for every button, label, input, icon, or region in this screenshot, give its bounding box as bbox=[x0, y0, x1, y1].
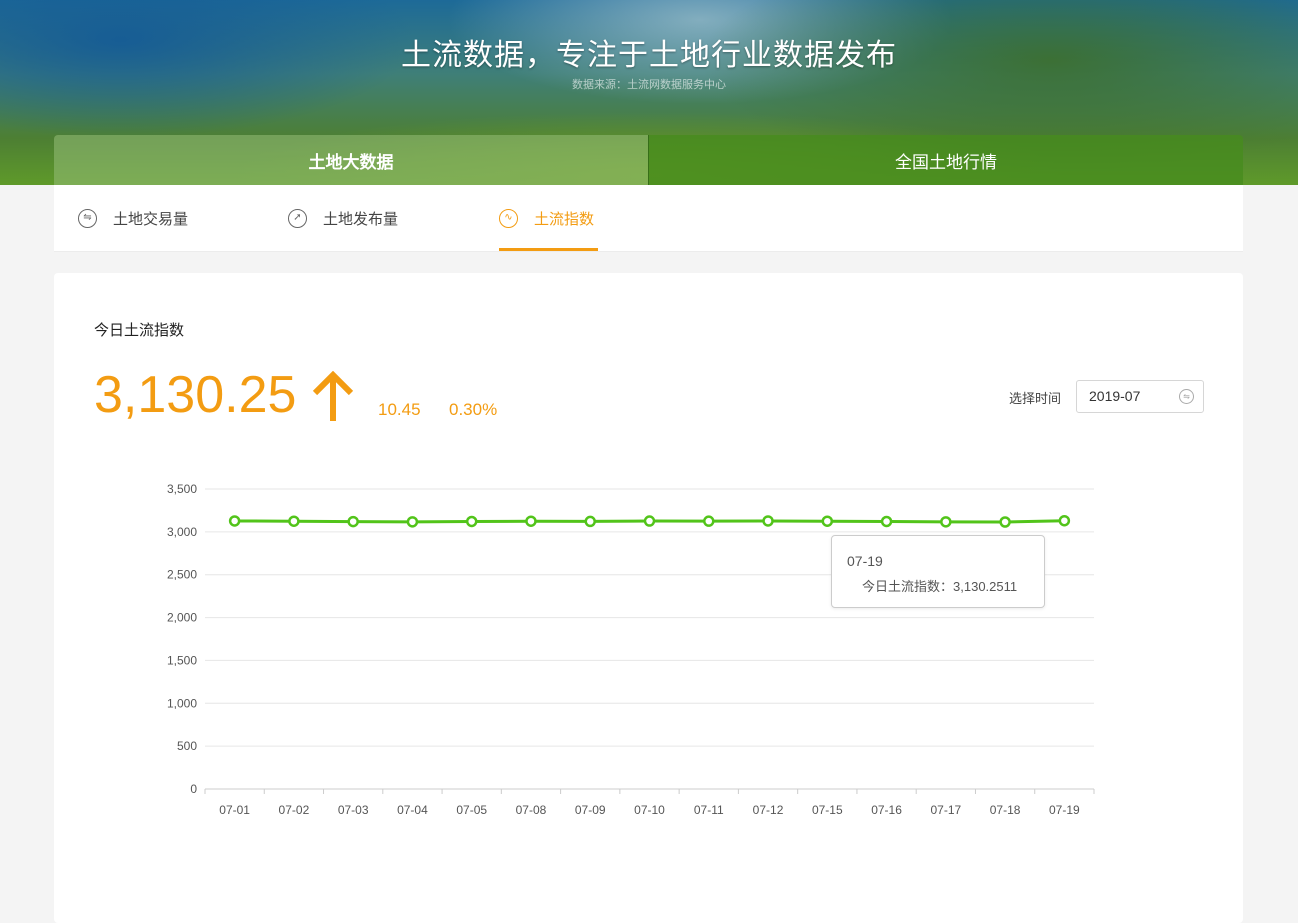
x-tick-label: 07-18 bbox=[990, 803, 1021, 817]
data-point bbox=[1058, 514, 1071, 527]
data-point bbox=[821, 515, 834, 527]
sub-tab-land-releases[interactable]: ➚ 土地发布量 bbox=[288, 185, 398, 251]
main-tabs: 土地大数据 全国土地行情 bbox=[54, 135, 1243, 185]
x-tick-label: 07-16 bbox=[871, 803, 902, 817]
tab-national-land-market[interactable]: 全国土地行情 bbox=[648, 135, 1243, 185]
y-tick-label: 3,000 bbox=[167, 525, 197, 539]
x-tick-label: 07-08 bbox=[516, 803, 547, 817]
data-point bbox=[525, 515, 537, 527]
x-tick-label: 07-10 bbox=[634, 803, 665, 817]
index-panel: 今日土流指数 3,130.25 10.45 0.30% 选择时间 2019-07… bbox=[54, 273, 1243, 923]
y-tick-label: 1,500 bbox=[167, 653, 197, 667]
sub-tab-label: 土地交易量 bbox=[113, 209, 189, 228]
sub-tab-label: 土流指数 bbox=[534, 209, 595, 228]
data-point bbox=[703, 515, 715, 527]
index-line-chart: 0 500 1,000 1,500 2,000 2,500 3,000 3,500 07-01 0… bbox=[167, 482, 1095, 817]
chart-tooltip: 07-19 今日土流指数：3,130.2511 bbox=[831, 535, 1045, 608]
tooltip-row: 今日土流指数：3,130.2511 bbox=[862, 576, 1017, 595]
data-point bbox=[880, 515, 893, 528]
tooltip-label: 今日土流指数： bbox=[862, 580, 954, 595]
paper-plane-icon: ➚ bbox=[288, 208, 307, 228]
page-subtitle: 数据来源：土流网数据服务中心 bbox=[572, 78, 726, 91]
y-tick-label: 500 bbox=[177, 739, 197, 753]
y-tick-label: 3,500 bbox=[167, 482, 197, 496]
y-tick-label: 1,000 bbox=[167, 696, 197, 710]
page-title: 土流数据，专注于土地行业数据发布 bbox=[401, 38, 897, 73]
y-tick-label: 0 bbox=[190, 782, 197, 796]
data-point bbox=[643, 515, 656, 527]
data-point bbox=[762, 515, 774, 527]
data-point bbox=[228, 515, 241, 527]
x-tick-label: 07-09 bbox=[575, 803, 606, 817]
x-tick-label: 07-15 bbox=[812, 803, 843, 817]
x-tick-label: 07-04 bbox=[397, 803, 428, 817]
y-tick-label: 2,500 bbox=[167, 568, 197, 582]
x-tick-label: 07-11 bbox=[694, 803, 724, 817]
data-point bbox=[406, 516, 419, 528]
sub-tab-label: 土地发布量 bbox=[323, 209, 399, 228]
data-point bbox=[940, 516, 952, 528]
x-tick-label: 07-03 bbox=[338, 803, 369, 817]
data-point bbox=[465, 515, 478, 528]
sub-tab-land-transactions[interactable]: ⇋ 土地交易量 bbox=[78, 185, 188, 251]
tab-land-big-data[interactable]: 土地大数据 bbox=[54, 135, 648, 185]
trend-line-icon: ∿ bbox=[499, 208, 518, 228]
tooltip-value: 3,130.2511 bbox=[953, 579, 1018, 594]
sub-nav: ⇋ 土地交易量 ➚ 土地发布量 ∿ 土流指数 bbox=[54, 185, 1243, 252]
data-point bbox=[999, 516, 1011, 528]
x-tick-label: 07-05 bbox=[456, 803, 487, 817]
x-tick-label: 07-02 bbox=[279, 803, 310, 817]
exchange-icon: ⇋ bbox=[78, 208, 97, 228]
data-point bbox=[288, 515, 300, 527]
tooltip-date: 07-19 bbox=[847, 553, 883, 569]
data-point bbox=[584, 515, 596, 528]
data-point bbox=[347, 515, 359, 528]
x-tick-label: 07-01 bbox=[219, 803, 250, 817]
x-tick-label: 07-19 bbox=[1049, 803, 1080, 817]
sub-tab-tuliu-index[interactable]: ∿ 土流指数 bbox=[499, 185, 594, 251]
x-tick-label: 07-17 bbox=[930, 803, 961, 817]
active-tab-underline bbox=[499, 248, 598, 251]
x-tick-label: 07-12 bbox=[753, 803, 784, 817]
y-tick-label: 2,000 bbox=[167, 611, 197, 625]
